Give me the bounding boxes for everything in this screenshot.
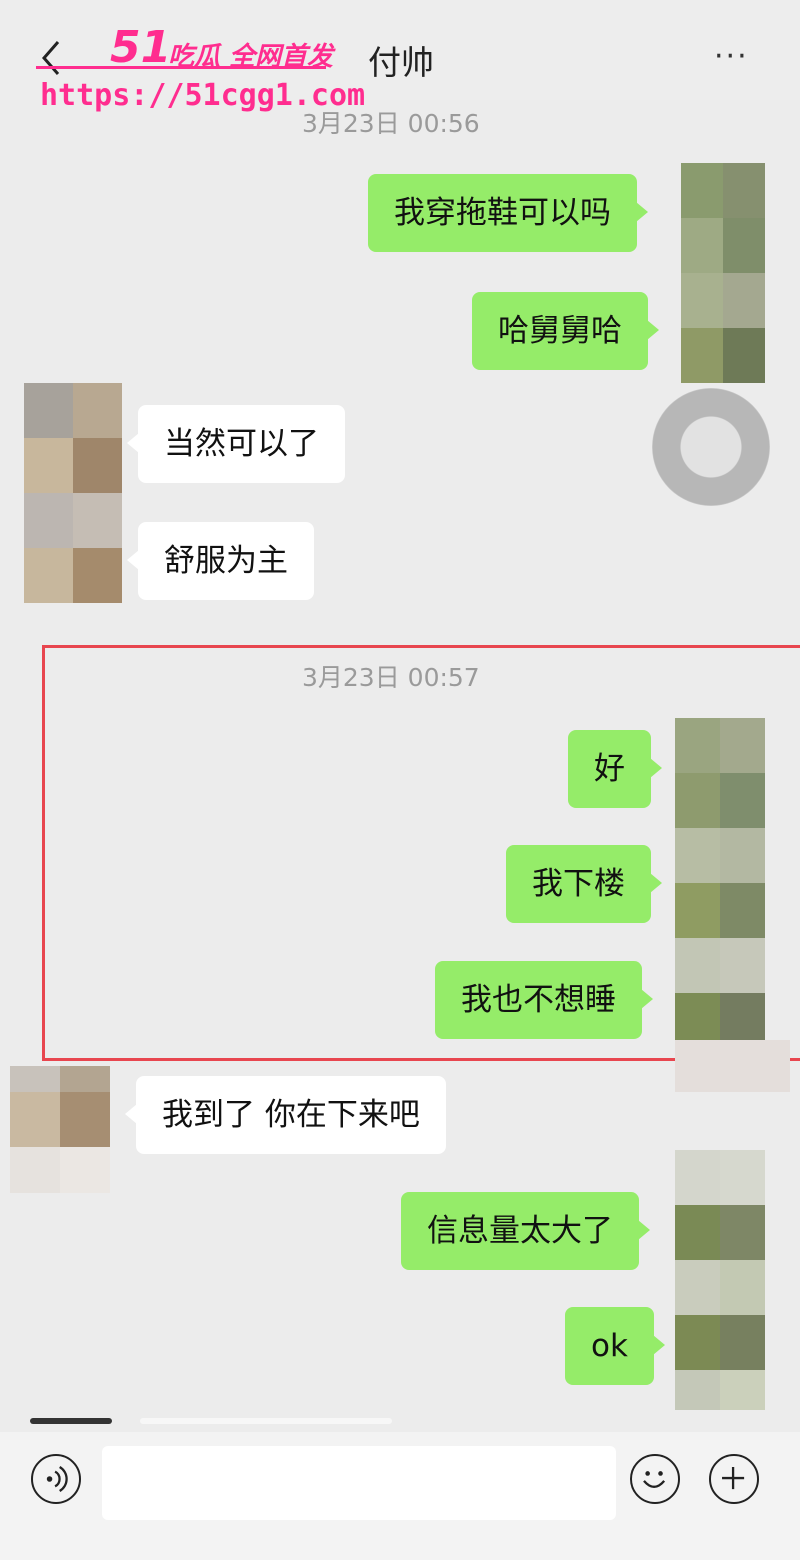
message-bubble-received[interactable]: 我到了 你在下来吧 [125,1076,446,1154]
chevron-left-icon[interactable] [36,38,68,78]
message-bubble-sent[interactable]: 我穿拖鞋可以吗 [368,174,648,252]
message-input[interactable] [102,1446,616,1520]
voice-icon[interactable] [31,1454,81,1504]
message-bubble-sent[interactable]: 哈舅舅哈 [472,292,659,370]
scroll-indicator [140,1418,392,1424]
message-bubble-received[interactable]: 当然可以了 [127,405,345,483]
my-avatar[interactable] [681,163,765,383]
plus-icon[interactable] [709,1454,759,1504]
message-timestamp: 3月23日 00:57 [302,663,480,692]
more-horizontal-icon[interactable]: ··· [714,42,749,72]
my-avatar[interactable] [675,718,765,1048]
my-avatar[interactable] [675,1150,765,1410]
contact-avatar[interactable] [24,383,122,603]
message-bubble-sent[interactable]: 我也不想睡 [435,961,653,1039]
message-bubble-sent[interactable]: 好 [568,730,662,808]
emoji-icon[interactable] [630,1454,680,1504]
floating-circle-button[interactable] [652,388,770,506]
message-bubble-sent[interactable]: ok [565,1307,665,1385]
contact-avatar[interactable] [10,1066,110,1193]
message-timestamp: 3月23日 00:56 [302,109,480,138]
scroll-indicator [30,1418,112,1424]
message-bubble-sent[interactable]: 我下楼 [506,845,662,923]
blurred-area [675,1040,790,1092]
chat-title: 付帅 [368,43,434,82]
watermark-underline [36,66,326,69]
message-bubble-received[interactable]: 舒服为主 [127,522,314,600]
message-bubble-sent[interactable]: 信息量太大了 [401,1192,650,1270]
